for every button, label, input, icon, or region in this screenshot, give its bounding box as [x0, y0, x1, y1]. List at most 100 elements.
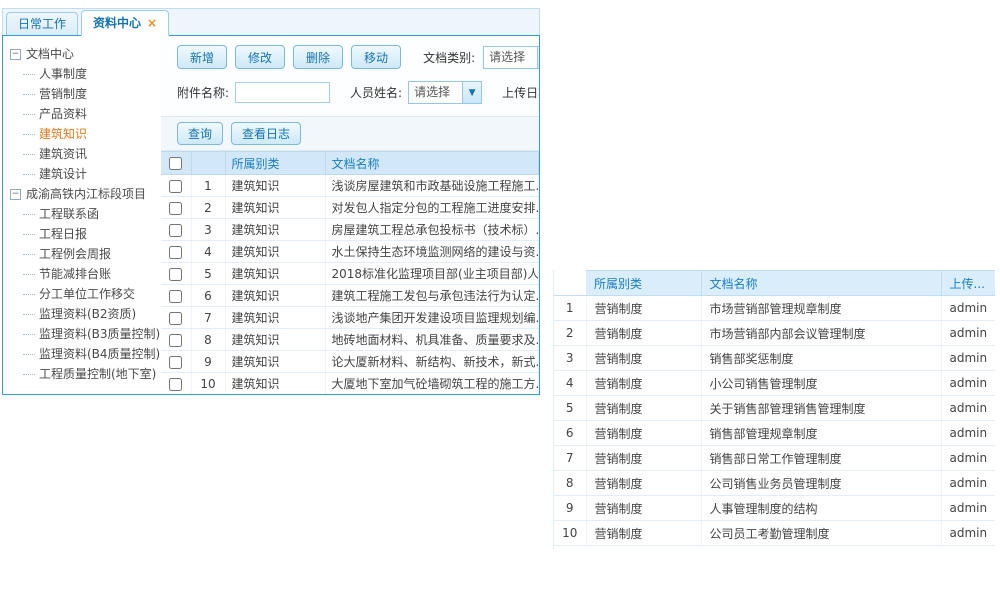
tree-node-product-info[interactable]: 产品资料: [10, 104, 161, 124]
row-checkbox[interactable]: [169, 356, 182, 369]
tree-node-quality-basement[interactable]: 工程质量控制(地下室): [10, 364, 161, 384]
row-number: 4: [191, 241, 225, 263]
table-row[interactable]: 3 建筑知识 房屋建筑工程总承包投标书（技术标）...: [161, 219, 539, 241]
toolbar-filters: 附件名称: 人员姓名: 请选择 ▼ 上传日期: [161, 69, 539, 104]
tree-connector: [23, 74, 35, 75]
tree-node-supervision-b3[interactable]: 监理资料(B3质量控制): [10, 324, 161, 344]
row-doc-name: 大厦地下室加气砼墙砌筑工程的施工方...: [325, 373, 539, 395]
attachment-name-label: 附件名称:: [177, 84, 229, 101]
table-header-row: 所属别类 文档名称: [161, 152, 539, 175]
tree-node-label: 工程质量控制(地下室): [39, 364, 156, 384]
row-category: 建筑知识: [225, 241, 325, 263]
tree-connector: [23, 154, 35, 155]
table-row[interactable]: 10 营销制度 公司员工考勤管理制度 admin: [554, 521, 995, 546]
tree-node-hr-policy[interactable]: 人事制度: [10, 64, 161, 84]
toolbar-query: 查询 查看日志: [161, 116, 539, 151]
view-log-button[interactable]: 查看日志: [231, 122, 301, 145]
delete-button[interactable]: 删除: [293, 45, 343, 69]
row-checkbox[interactable]: [169, 312, 182, 325]
document-list-area: 新增 修改 删除 移动 文档类别: 请选择 ▼ 文档 附件名称: 人员姓名: 请…: [161, 36, 539, 394]
data-center-panel: − 文档中心 人事制度 营销制度 产品资料 建筑知识 建筑资讯: [2, 35, 540, 395]
collapse-icon[interactable]: −: [10, 49, 21, 60]
tree-node-marketing-policy[interactable]: 营销制度: [10, 84, 161, 104]
table-row[interactable]: 9 营销制度 人事管理制度的结构 admin: [554, 496, 995, 521]
row-category: 建筑知识: [225, 307, 325, 329]
table-row[interactable]: 8 营销制度 公司销售业务员管理制度 admin: [554, 471, 995, 496]
tree-connector: [23, 94, 35, 95]
row-number: 3: [554, 346, 586, 371]
table-row[interactable]: 4 建筑知识 水土保持生态环境监测网络的建设与资...: [161, 241, 539, 263]
row-category: 建筑知识: [225, 373, 325, 395]
tree-node-label: 监理资料(B2资质): [39, 304, 136, 324]
tree-node-construction-news[interactable]: 建筑资讯: [10, 144, 161, 164]
tree-node-railway-project[interactable]: − 成渝高铁内江标段项目: [10, 184, 161, 204]
row-checkbox[interactable]: [169, 378, 182, 391]
row-number: 4: [554, 371, 586, 396]
table-row[interactable]: 5 建筑知识 2018标准化监理项目部(业主项目部)人员...: [161, 263, 539, 285]
add-button[interactable]: 新增: [177, 45, 227, 69]
table-row[interactable]: 2 营销制度 市场营销部内部会议管理制度 admin: [554, 321, 995, 346]
tree-node-work-handover[interactable]: 分工单位工作移交: [10, 284, 161, 304]
table-row[interactable]: 6 营销制度 销售部管理规章制度 admin: [554, 421, 995, 446]
row-doc-name: 销售部奖惩制度: [701, 346, 941, 371]
row-checkbox[interactable]: [169, 290, 182, 303]
tree-node-weekly-meeting[interactable]: 工程例会周报: [10, 244, 161, 264]
row-uploader: admin: [941, 521, 995, 546]
tab-daily-work[interactable]: 日常工作: [6, 12, 78, 35]
person-name-value: 请选择: [409, 82, 462, 103]
tree-connector: [23, 254, 35, 255]
tree-node-energy-ledger[interactable]: 节能减排台账: [10, 264, 161, 284]
select-all-checkbox[interactable]: [169, 157, 182, 170]
row-checkbox[interactable]: [169, 202, 182, 215]
category-column-header: 所属别类: [225, 152, 325, 175]
close-tab-icon[interactable]: ×: [147, 13, 157, 34]
row-checkbox[interactable]: [169, 180, 182, 193]
table-row[interactable]: 4 营销制度 小公司销售管理制度 admin: [554, 371, 995, 396]
row-uploader: admin: [941, 346, 995, 371]
table-row[interactable]: 8 建筑知识 地砖地面材料、机具准备、质量要求及...: [161, 329, 539, 351]
tree-node-label: 建筑资讯: [39, 144, 87, 164]
chevron-down-icon[interactable]: ▼: [537, 47, 539, 68]
edit-button[interactable]: 修改: [235, 45, 285, 69]
upload-date-label: 上传日期: [502, 84, 539, 101]
row-checkbox[interactable]: [169, 246, 182, 259]
move-button[interactable]: 移动: [351, 45, 401, 69]
number-column-header: [554, 271, 586, 296]
row-uploader: admin: [941, 471, 995, 496]
table-row[interactable]: 10 建筑知识 大厦地下室加气砼墙砌筑工程的施工方...: [161, 373, 539, 395]
row-category: 营销制度: [586, 421, 701, 446]
table-row[interactable]: 7 营销制度 销售部日常工作管理制度 admin: [554, 446, 995, 471]
row-checkbox[interactable]: [169, 224, 182, 237]
table-row[interactable]: 6 建筑知识 建筑工程施工发包与承包违法行为认定...: [161, 285, 539, 307]
table-row[interactable]: 1 营销制度 市场营销部管理规章制度 admin: [554, 296, 995, 321]
row-doc-name: 浅谈房屋建筑和市政基础设施工程施工...: [325, 175, 539, 197]
doc-category-select[interactable]: 请选择 ▼: [483, 46, 539, 69]
query-button[interactable]: 查询: [177, 122, 223, 145]
row-checkbox[interactable]: [169, 268, 182, 281]
row-number: 5: [554, 396, 586, 421]
tree-connector: [23, 134, 35, 135]
tree-node-construction-knowledge[interactable]: 建筑知识: [10, 124, 161, 144]
table-row[interactable]: 3 营销制度 销售部奖惩制度 admin: [554, 346, 995, 371]
table-row[interactable]: 2 建筑知识 对发包人指定分包的工程施工进度安排...: [161, 197, 539, 219]
table-row[interactable]: 9 建筑知识 论大厦新材料、新结构、新技术，新式...: [161, 351, 539, 373]
tree-node-supervision-b4[interactable]: 监理资料(B4质量控制): [10, 344, 161, 364]
collapse-icon[interactable]: −: [10, 189, 21, 200]
row-number: 6: [554, 421, 586, 446]
tree-node-contact-letter[interactable]: 工程联系函: [10, 204, 161, 224]
chevron-down-icon[interactable]: ▼: [462, 82, 481, 103]
table-row[interactable]: 7 建筑知识 浅谈地产集团开发建设项目监理规划编...: [161, 307, 539, 329]
tree-node-construction-design[interactable]: 建筑设计: [10, 164, 161, 184]
person-name-select[interactable]: 请选择 ▼: [408, 81, 482, 104]
doc-name-column-header: 文档名称: [701, 271, 941, 296]
tree-node-supervision-b2[interactable]: 监理资料(B2资质): [10, 304, 161, 324]
attachment-name-input[interactable]: [235, 82, 330, 103]
table-row[interactable]: 5 营销制度 关于销售部管理销售管理制度 admin: [554, 396, 995, 421]
tree-node-daily-report[interactable]: 工程日报: [10, 224, 161, 244]
tab-data-center[interactable]: 资料中心 ×: [81, 10, 169, 36]
row-checkbox[interactable]: [169, 334, 182, 347]
tree-node-label: 成渝高铁内江标段项目: [26, 184, 146, 204]
tree-node-document-center[interactable]: − 文档中心: [10, 44, 161, 64]
table-row[interactable]: 1 建筑知识 浅谈房屋建筑和市政基础设施工程施工...: [161, 175, 539, 197]
tree-connector: [23, 274, 35, 275]
